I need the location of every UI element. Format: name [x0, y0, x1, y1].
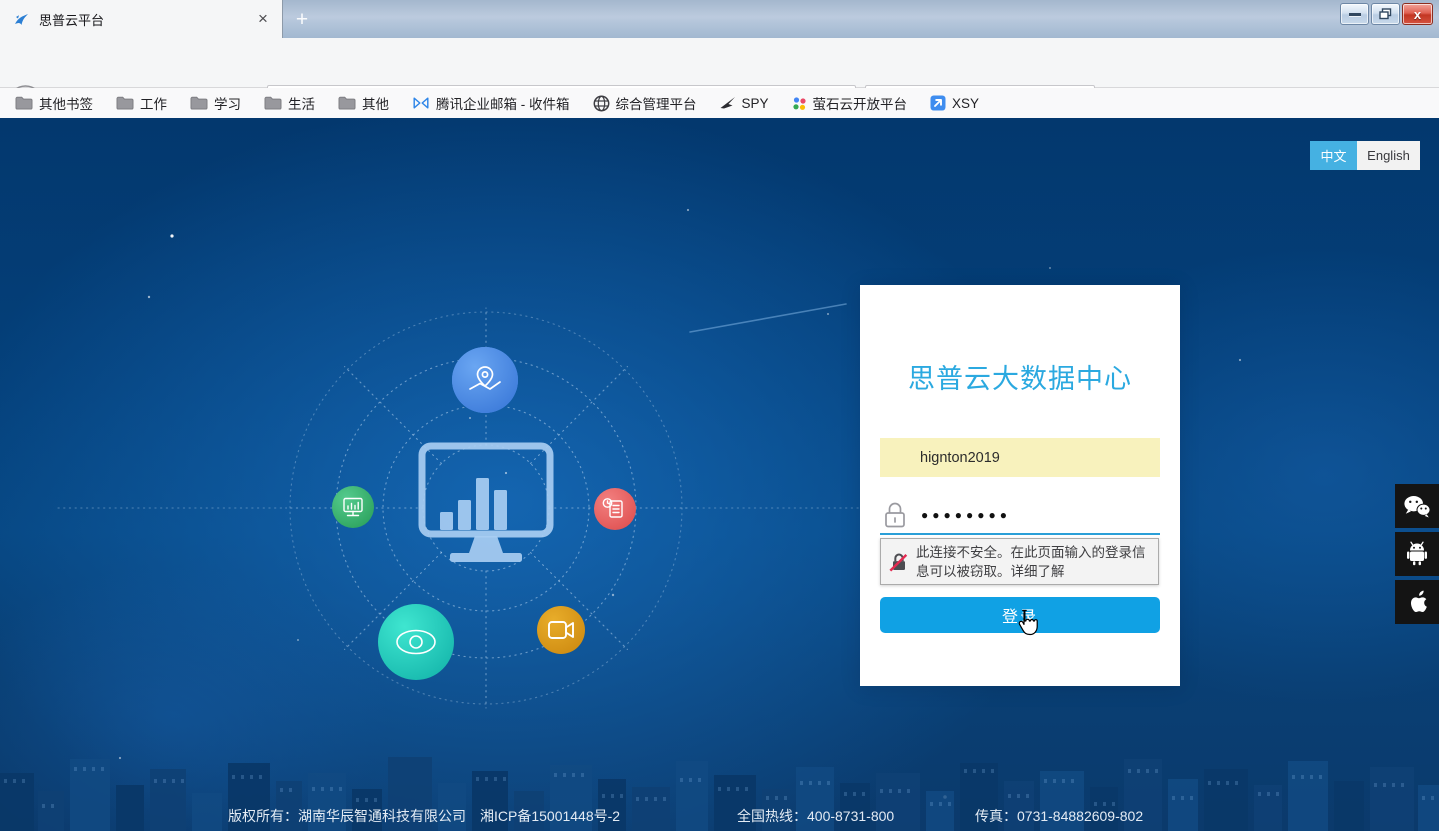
bookmark-folder[interactable]: 学习: [187, 91, 244, 115]
bookmark-mgmt-platform[interactable]: 综合管理平台: [590, 91, 700, 115]
folder-icon: [338, 96, 356, 110]
password-input[interactable]: [921, 508, 1141, 522]
folder-icon: [264, 96, 282, 110]
lang-english-button[interactable]: English: [1357, 141, 1420, 170]
apple-icon: [1406, 589, 1428, 615]
restore-icon: [1379, 8, 1392, 20]
new-tab-button[interactable]: +: [288, 8, 316, 32]
bookmark-label: SPY: [742, 96, 769, 111]
insecure-connection-warning: 此连接不安全。在此页面输入的登录信息可以被窃取。详细了解: [880, 538, 1159, 585]
bookmark-label: 腾讯企业邮箱 - 收件箱: [436, 93, 570, 113]
bookmark-label: 其他书签: [39, 93, 93, 113]
minimize-icon: [1349, 13, 1361, 16]
bookmark-ys7[interactable]: 萤石云开放平台: [789, 91, 911, 115]
globe-icon: [593, 95, 610, 112]
footer-copyright: 版权所有：湖南华辰智通科技有限公司 湘ICP备15001448号-2: [228, 806, 620, 826]
bookmark-folder[interactable]: 其他: [335, 91, 392, 115]
close-icon: x: [1414, 7, 1421, 22]
folder-icon: [15, 96, 33, 110]
comet-streak: [690, 304, 846, 332]
password-field[interactable]: [880, 497, 1160, 535]
footer-hotline: 全国热线：400-8731-800: [737, 806, 894, 826]
bookmark-label: 生活: [288, 93, 315, 113]
app-download-stack: [1395, 484, 1439, 624]
bookmarks-bar: 其他书签 工作 学习 生活 其他 腾讯企业邮箱 - 收件箱 综合管理平台 SPY…: [0, 88, 1439, 118]
login-button[interactable]: 登录: [880, 597, 1160, 633]
eye-node: [378, 604, 454, 680]
insecure-lock-icon: [889, 552, 909, 572]
tab-active[interactable]: 思普云平台 ×: [0, 0, 283, 38]
login-page: 中文 English 思普云大数据中心 此连: [0, 118, 1439, 831]
spy-icon: [720, 96, 736, 110]
camera-node: [537, 606, 585, 654]
tab-title: 思普云平台: [39, 10, 250, 29]
bookmark-folder[interactable]: 生活: [261, 91, 318, 115]
login-card: 思普云大数据中心 此连接不安全。在此页面输入的登录信息可以被窃取。详细了解: [860, 285, 1180, 686]
lang-chinese-button[interactable]: 中文: [1310, 141, 1357, 170]
wechat-icon: [1403, 494, 1431, 519]
learn-more-link[interactable]: 详细了解: [1011, 564, 1065, 579]
android-button[interactable]: [1395, 532, 1439, 576]
bookmark-label: 其他: [362, 93, 389, 113]
android-icon: [1405, 541, 1429, 567]
window-minimize-button[interactable]: [1340, 3, 1369, 25]
bookmark-label: 学习: [214, 93, 241, 113]
bookmark-folder[interactable]: 工作: [113, 91, 170, 115]
wechat-button[interactable]: [1395, 484, 1439, 528]
language-toggle: 中文 English: [1310, 141, 1420, 170]
navigation-toolbar: iot.idosp.net/idosp/login.html 80% •••: [0, 38, 1439, 88]
tab-close-icon[interactable]: ×: [250, 6, 276, 32]
footer-fax: 传真：0731-84882609-802: [975, 806, 1143, 826]
document-node: [594, 488, 636, 530]
map-pin-node: [452, 347, 518, 413]
bookmark-label: 综合管理平台: [616, 93, 697, 113]
warning-text: 此连接不安全。在此页面输入的登录信息可以被窃取。详细了解: [916, 543, 1158, 581]
ys7-icon: [792, 96, 807, 111]
bookmark-folder[interactable]: 其他书签: [12, 91, 96, 115]
browser-window: 思普云平台 × + x: [0, 0, 1439, 831]
folder-icon: [190, 96, 208, 110]
login-title: 思普云大数据中心: [860, 357, 1180, 396]
bookmark-tencent-mail[interactable]: 腾讯企业邮箱 - 收件箱: [409, 91, 573, 115]
bookmark-label: 萤石云开放平台: [813, 93, 908, 113]
lock-icon: [883, 501, 907, 529]
bookmark-xsy[interactable]: XSY: [927, 91, 982, 115]
tab-bar: 思普云平台 × + x: [0, 0, 1439, 38]
site-favicon-icon: [13, 11, 30, 28]
tencent-mail-icon: [412, 95, 430, 111]
username-input[interactable]: [880, 438, 1160, 477]
xsy-icon: [930, 95, 946, 111]
apple-button[interactable]: [1395, 580, 1439, 624]
window-close-button[interactable]: x: [1402, 3, 1433, 25]
background-network-diagram: [0, 118, 1439, 831]
bookmark-spy[interactable]: SPY: [717, 91, 772, 115]
window-restore-button[interactable]: [1371, 3, 1400, 25]
bookmark-label: 工作: [140, 93, 167, 113]
folder-icon: [116, 96, 134, 110]
bookmark-label: XSY: [952, 96, 979, 111]
city-skyline: [0, 757, 1439, 831]
monitor-node: [332, 486, 374, 528]
